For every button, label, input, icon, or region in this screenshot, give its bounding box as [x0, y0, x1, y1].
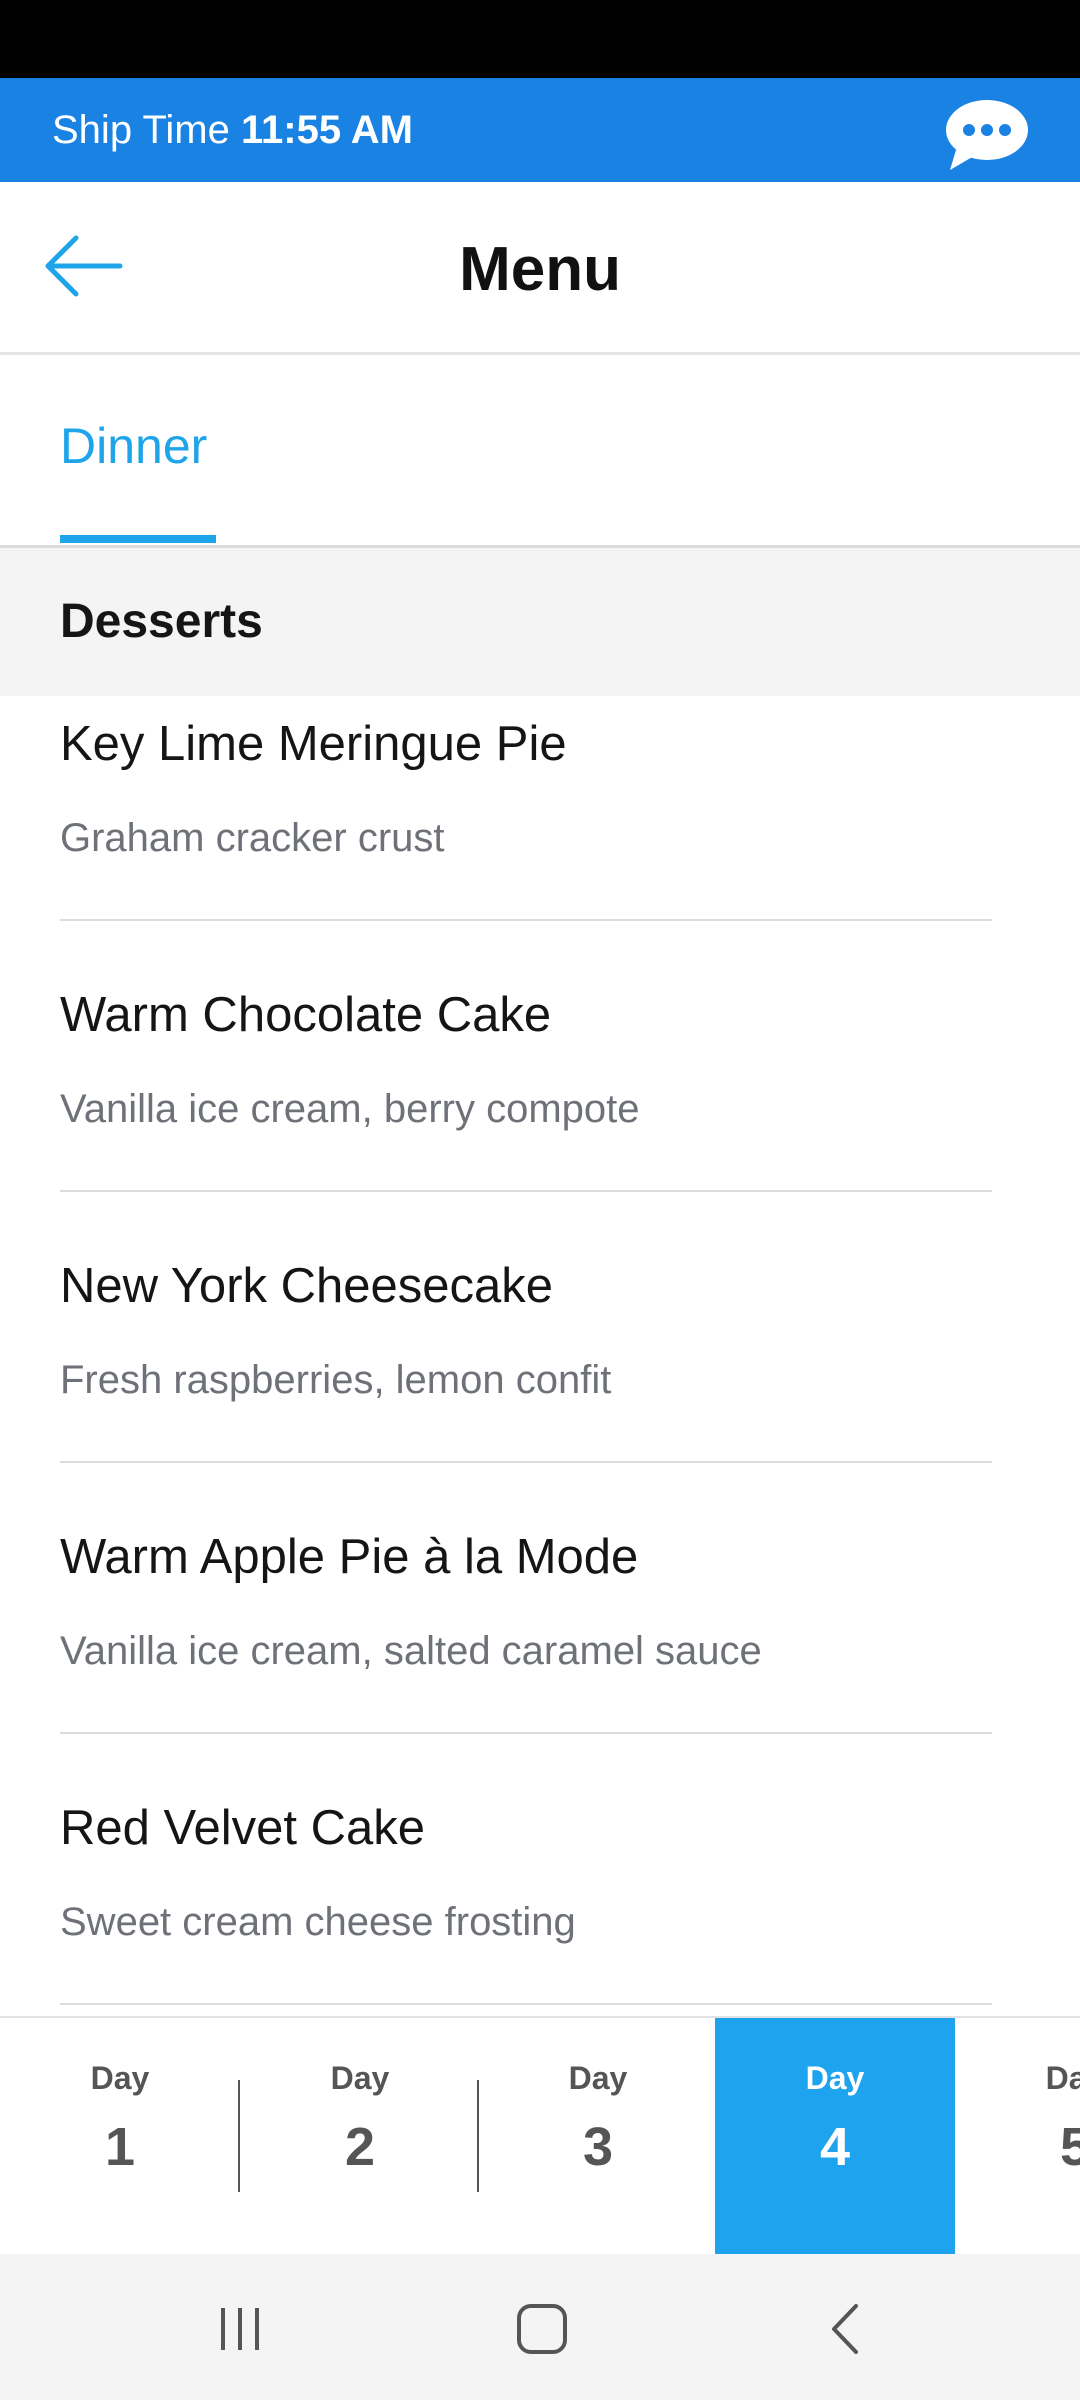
day-tab-3[interactable]: Day 3 [478, 2018, 718, 2256]
dessert-list: Key Lime Meringue Pie Graham cracker cru… [0, 696, 1080, 2051]
item-description: Vanilla ice cream, salted caramel sauce [60, 1629, 762, 1673]
item-description: Fresh raspberries, lemon confit [60, 1358, 612, 1402]
app-header: Menu [0, 182, 1080, 355]
divider [60, 1190, 992, 1192]
chat-bubble-icon[interactable] [944, 98, 1030, 172]
day-label: Day [330, 2060, 390, 2096]
recents-icon[interactable] [205, 2294, 275, 2364]
meal-tabs: Dinner [0, 355, 1080, 545]
day-tab-1[interactable]: Day 1 [0, 2018, 240, 2256]
status-bar [0, 0, 1080, 78]
item-name: Red Velvet Cake [60, 1801, 425, 1855]
system-nav-bar [0, 2254, 1080, 2400]
day-label: Day [90, 2060, 150, 2096]
day-label: Day [568, 2060, 628, 2096]
item-description: Vanilla ice cream, berry compote [60, 1087, 640, 1131]
page-title: Menu [459, 235, 621, 304]
item-name: Key Lime Meringue Pie [60, 717, 567, 771]
section-header: Desserts [0, 548, 1080, 696]
day-tab-4[interactable]: Day 4 [715, 2018, 955, 2256]
ship-time-value: 11:55 AM [240, 108, 413, 152]
ship-time-label: Ship Time [52, 108, 230, 152]
divider [60, 1732, 992, 1734]
list-item[interactable]: New York Cheesecake Fresh raspberries, l… [0, 1238, 1080, 1509]
day-tab-2[interactable]: Day 2 [240, 2018, 480, 2256]
home-icon[interactable] [507, 2294, 577, 2364]
item-name: Warm Chocolate Cake [60, 988, 552, 1042]
day-number: 1 [104, 2117, 136, 2177]
day-selector: Day 1 Day 2 Day 3 Day 4 Day 5 [0, 2016, 1080, 2256]
day-label: Day [1045, 2060, 1080, 2096]
ship-time-bar: Ship Time 11:55 AM [0, 78, 1080, 182]
day-label: Day [805, 2060, 865, 2096]
chevron-left-icon[interactable] [810, 2294, 880, 2364]
item-name: Warm Apple Pie à la Mode [60, 1530, 639, 1584]
item-description: Sweet cream cheese frosting [60, 1900, 576, 1944]
list-item[interactable]: Warm Chocolate Cake Vanilla ice cream, b… [0, 967, 1080, 1238]
divider [60, 2003, 992, 2005]
day-number: 4 [819, 2117, 851, 2177]
divider [60, 1461, 992, 1463]
tab-active-indicator [60, 535, 216, 543]
day-number: 2 [344, 2117, 376, 2177]
section-title: Desserts [60, 595, 263, 648]
item-description: Graham cracker crust [60, 816, 445, 860]
list-item[interactable]: Red Velvet Cake Sweet cream cheese frost… [0, 1780, 1080, 2051]
item-name: New York Cheesecake [60, 1259, 554, 1313]
ship-time: Ship Time 11:55 AM [52, 108, 413, 153]
divider [60, 919, 992, 921]
day-number: 3 [582, 2117, 614, 2177]
day-tab-5[interactable]: Day 5 [955, 2018, 1080, 2256]
list-item[interactable]: Key Lime Meringue Pie Graham cracker cru… [0, 696, 1080, 967]
tab-dinner[interactable]: Dinner [60, 417, 207, 475]
day-number: 5 [955, 2116, 1080, 2178]
list-item[interactable]: Warm Apple Pie à la Mode Vanilla ice cre… [0, 1509, 1080, 1780]
